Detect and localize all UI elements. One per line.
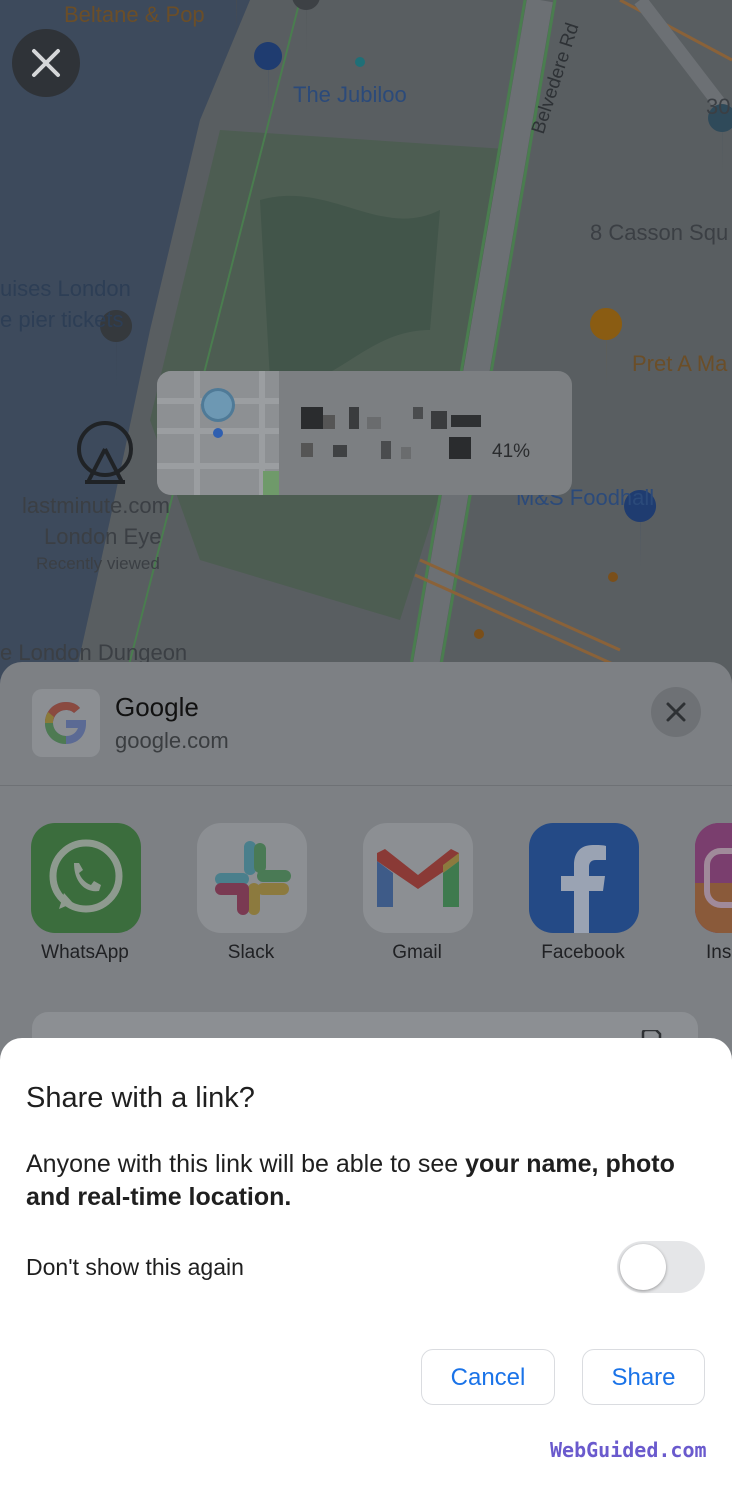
app-label-facebook: Facebook	[541, 942, 625, 963]
dialog-body-text: Anyone with this link will be able to se…	[26, 1150, 466, 1178]
cancel-button[interactable]: Cancel	[421, 1349, 555, 1405]
watermark: WebGuided.com	[550, 1438, 707, 1462]
app-label-whatsapp: WhatsApp	[41, 942, 129, 963]
dont-show-again-toggle[interactable]	[617, 1241, 705, 1293]
share-button[interactable]: Share	[582, 1349, 705, 1405]
dialog-title: Share with a link?	[26, 1082, 255, 1114]
instagram-icon	[695, 823, 732, 933]
app-label-slack: Slack	[227, 942, 275, 963]
close-icon	[666, 702, 686, 722]
sheet-divider	[0, 785, 732, 786]
whatsapp-icon	[49, 839, 123, 913]
map-label-cruises[interactable]: uises London	[0, 276, 131, 302]
gmail-app[interactable]	[363, 823, 473, 933]
map-view[interactable]: Beltane & Pop The Jubiloo Belvedere Rd 8…	[0, 0, 732, 700]
slack-app[interactable]	[197, 823, 307, 933]
dialog-body: Anyone with this link will be able to se…	[26, 1148, 696, 1214]
map-label-casson-square[interactable]: 8 Casson Squ	[590, 220, 728, 246]
map-label-jubiloo[interactable]: The Jubiloo	[293, 82, 407, 108]
facebook-app[interactable]	[529, 823, 639, 933]
google-app-icon	[32, 689, 100, 757]
pixelated-name	[301, 407, 481, 459]
slack-icon	[215, 841, 291, 915]
facebook-icon	[561, 845, 606, 933]
app-label-gmail: Gmail	[392, 942, 442, 963]
dont-show-again-label: Don't show this again	[26, 1254, 244, 1280]
toggle-knob	[620, 1244, 666, 1290]
map-label-pret[interactable]: Pret A Ma	[632, 351, 727, 377]
battery-percent: 41%	[492, 441, 531, 462]
map-label-beltane[interactable]: Beltane & Pop	[64, 2, 205, 28]
mini-map	[157, 371, 279, 495]
instagram-app[interactable]	[695, 823, 732, 933]
close-button[interactable]	[12, 29, 80, 97]
whatsapp-app[interactable]	[31, 823, 141, 933]
gmail-icon	[377, 849, 459, 907]
close-icon	[32, 49, 60, 77]
map-label-lastminute[interactable]: lastminute.com	[22, 493, 170, 519]
app-label-instagram: Ins	[706, 942, 732, 963]
google-logo-icon	[45, 702, 86, 744]
map-label-30: 30	[706, 94, 731, 119]
map-label-recently-viewed: Recently viewed	[36, 554, 160, 573]
sheet-app-domain: google.com	[115, 728, 229, 753]
share-link-dialog: Share with a link? Anyone with this link…	[0, 1038, 732, 1490]
sheet-close-button[interactable]	[651, 687, 701, 737]
map-label-pier-tickets[interactable]: e pier tickets	[0, 307, 124, 333]
map-label-london-eye[interactable]: London Eye	[44, 524, 161, 550]
sheet-app-name: Google	[115, 692, 199, 722]
location-share-card: 41%	[157, 371, 572, 495]
